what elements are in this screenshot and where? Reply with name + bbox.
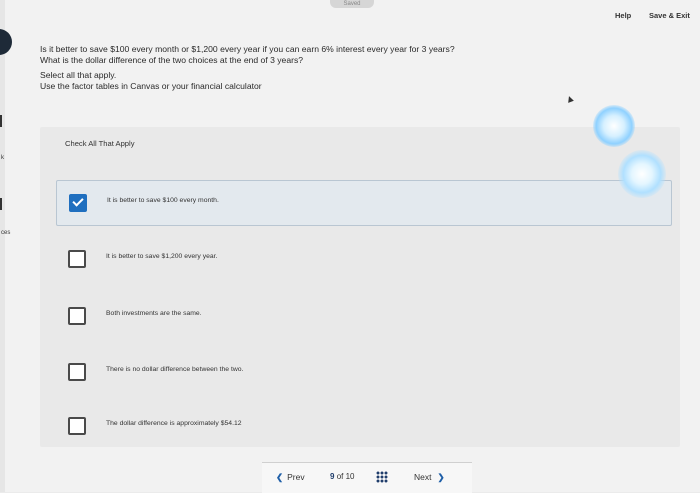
- light-glare: [593, 105, 635, 147]
- left-sidebar-strip: [0, 0, 5, 492]
- choice-option[interactable]: It is better to save $1,200 every year.: [56, 237, 670, 281]
- bottom-navigation: ❮ Prev 9 of 10 Next ❯: [262, 462, 472, 493]
- total-pages: 10: [345, 472, 355, 481]
- checkbox-icon[interactable]: [68, 307, 86, 325]
- choices-panel: [40, 127, 680, 447]
- check-all-title: Check All That Apply: [65, 139, 135, 148]
- choice-option[interactable]: It is better to save $100 every month.: [56, 180, 672, 226]
- choice-label: The dollar difference is approximately $…: [106, 420, 242, 427]
- mouse-cursor-icon: [566, 95, 574, 103]
- question-grid-icon[interactable]: [376, 471, 388, 483]
- checkbox-icon[interactable]: [68, 363, 86, 381]
- question-text: Is it better to save $100 every month or…: [40, 44, 455, 66]
- instruction-line-1: Select all that apply.: [40, 70, 117, 80]
- page: k ces Saved Help Save & Exit Is it bette…: [0, 0, 700, 493]
- help-link[interactable]: Help: [615, 11, 631, 20]
- sidebar-badge-icon[interactable]: [0, 29, 12, 55]
- choice-label: There is no dollar difference between th…: [106, 366, 244, 373]
- light-glare: [618, 150, 666, 198]
- instruction-line-2: Use the factor tables in Canvas or your …: [40, 81, 262, 91]
- prev-button[interactable]: ❮ Prev: [276, 472, 305, 483]
- checkbox-icon[interactable]: [68, 417, 86, 435]
- sidebar-tick: [0, 198, 2, 210]
- sidebar-fragment: ces: [1, 230, 11, 236]
- choice-option[interactable]: The dollar difference is approximately $…: [56, 404, 670, 448]
- choice-label: It is better to save $100 every month.: [107, 197, 219, 204]
- instructions: Select all that apply. Use the factor ta…: [40, 70, 262, 92]
- next-button[interactable]: Next ❯: [414, 472, 445, 483]
- next-label: Next: [414, 472, 432, 482]
- current-page: 9: [330, 472, 335, 481]
- sidebar-tick: [0, 115, 2, 127]
- prev-label: Prev: [287, 472, 305, 482]
- saved-indicator: Saved: [330, 0, 374, 8]
- chevron-left-icon: ❮: [276, 472, 284, 482]
- checkbox-icon[interactable]: [68, 250, 86, 268]
- saved-label: Saved: [343, 1, 361, 7]
- question-line-2: What is the dollar difference of the two…: [40, 55, 304, 65]
- of-label: of: [336, 472, 344, 481]
- choice-option[interactable]: There is no dollar difference between th…: [56, 350, 670, 394]
- save-exit-link[interactable]: Save & Exit: [649, 11, 690, 20]
- choice-option[interactable]: Both investments are the same.: [56, 294, 670, 338]
- question-line-1: Is it better to save $100 every month or…: [40, 44, 455, 54]
- choice-label: Both investments are the same.: [106, 310, 202, 317]
- choice-label: It is better to save $1,200 every year.: [106, 253, 218, 260]
- chevron-right-icon: ❯: [437, 472, 445, 482]
- page-indicator[interactable]: 9 of 10: [330, 472, 355, 481]
- sidebar-fragment: k: [1, 155, 4, 161]
- checkbox-checked-icon[interactable]: [69, 194, 87, 212]
